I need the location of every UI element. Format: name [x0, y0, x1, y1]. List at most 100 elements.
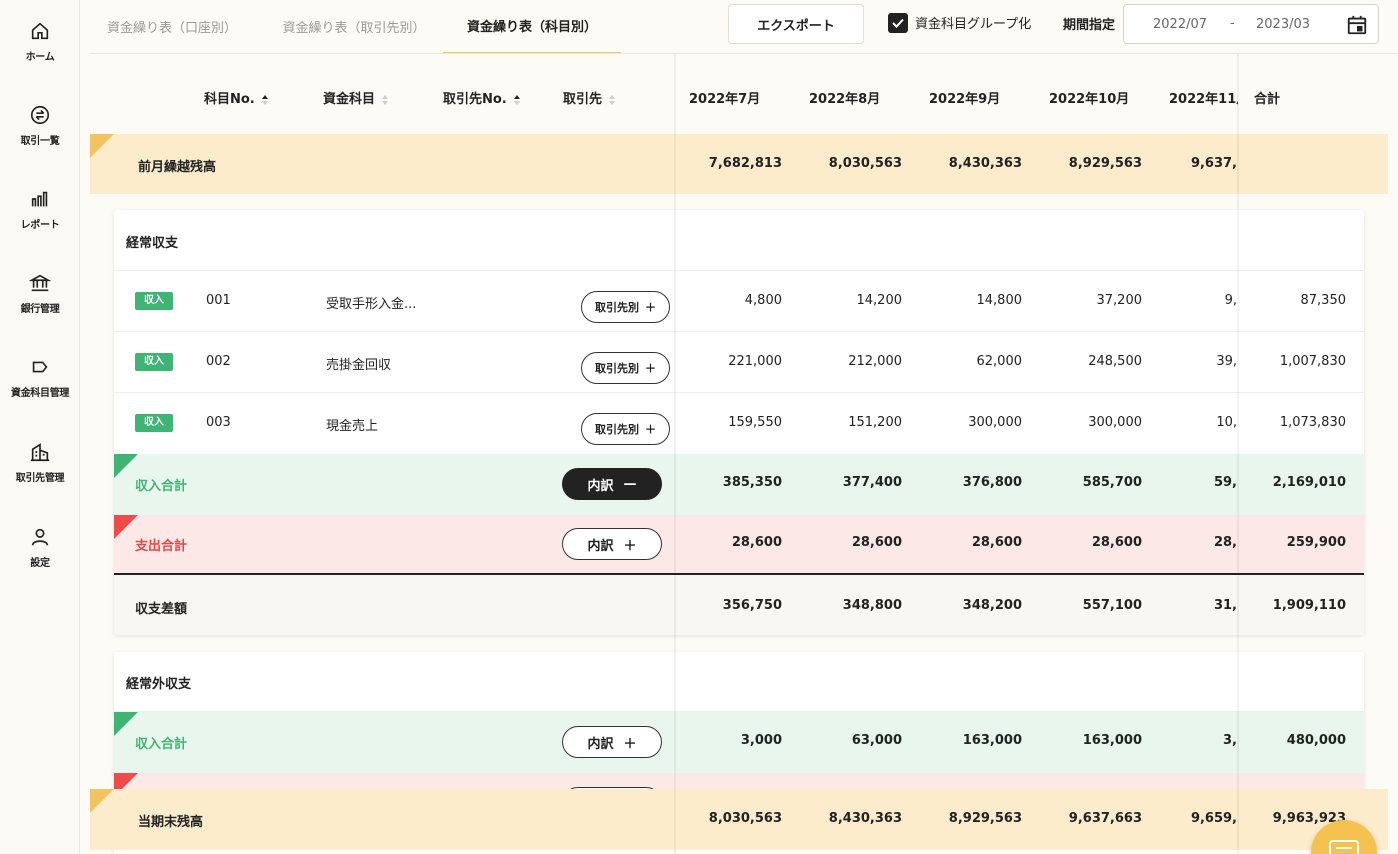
date-range-picker[interactable]: 2022/07 - 2023/03	[1123, 4, 1379, 44]
by-partner-button[interactable]: 取引先別 ＋	[581, 291, 670, 323]
building-icon	[30, 443, 50, 462]
date-start[interactable]: 2022/07	[1153, 17, 1207, 32]
nav-home[interactable]: ホーム	[0, 20, 80, 63]
cell-value: 376,800	[962, 475, 1022, 490]
nav-transactions-label: 取引一覧	[20, 136, 60, 147]
expense-breakdown-button[interactable]: 内訳 ＋	[562, 528, 662, 560]
cell-value: 385,350	[722, 475, 782, 490]
row-total: 87,350	[1300, 293, 1347, 308]
cell-value: 3,	[1223, 733, 1237, 748]
by-partner-button[interactable]: 取引先別 ＋	[581, 413, 670, 445]
cell-value: 348,800	[842, 598, 902, 613]
cell-value: 356,750	[722, 598, 782, 613]
calendar-icon[interactable]	[1346, 14, 1368, 36]
total-column-divider	[1237, 54, 1239, 854]
chat-icon	[1329, 840, 1359, 854]
breakdown-button-label: 内訳	[587, 478, 614, 494]
nav-fund-items-label: 資金科目管理	[10, 388, 70, 399]
cell-value: 63,000	[851, 733, 902, 748]
export-button[interactable]: エクスポート	[728, 4, 864, 44]
tab-by-item[interactable]: 資金繰り表（科目別）	[443, 0, 621, 54]
date-separator: -	[1230, 16, 1235, 31]
breakdown-button-label: 内訳	[587, 736, 614, 752]
tab-bar: 資金繰り表（口座別） 資金繰り表（取引先別） 資金繰り表（科目別）	[90, 0, 638, 54]
plus-icon: ＋	[645, 423, 656, 436]
nav-reports[interactable]: レポート	[0, 188, 80, 231]
cell-value: 4,800	[744, 293, 782, 308]
income-breakdown-button[interactable]: 内訳 —	[562, 468, 662, 500]
cell-value: 163,000	[962, 733, 1022, 748]
item-no: 002	[206, 354, 231, 369]
cell-value: 557,100	[1082, 598, 1142, 613]
section-title: 経常収支	[126, 236, 179, 251]
nav-settings[interactable]: 設定	[0, 526, 80, 569]
opening-balance-label: 前月繰越残高	[138, 160, 217, 175]
item-name: 売掛金回収	[326, 358, 392, 373]
cell-value: 39,	[1216, 354, 1237, 369]
row-corner-marker	[90, 789, 114, 813]
table-row: 収入 001 受取手形入金... 取引先別 ＋ 4,800 14,200 14,8…	[114, 271, 1364, 332]
date-end[interactable]: 2023/03	[1256, 17, 1310, 32]
closing-value: 8,929,563	[948, 811, 1022, 826]
cell-value: 37,200	[1096, 293, 1143, 308]
cell-value: 163,000	[1082, 733, 1142, 748]
section-title-row: 経常収支	[114, 210, 1364, 271]
closing-value: 8,030,563	[708, 811, 782, 826]
section-title: 経常外収支	[126, 677, 192, 692]
income-breakdown-button[interactable]: 内訳 ＋	[562, 726, 662, 758]
nav-partners-label: 取引先管理	[15, 473, 65, 484]
cell-value: 348,200	[962, 598, 1022, 613]
closing-value: 8,430,363	[828, 811, 902, 826]
cell-value: 151,200	[848, 415, 902, 430]
nav-reports-label: レポート	[20, 220, 60, 231]
income-badge: 収入	[135, 414, 173, 432]
income-total-row: 収入合計 内訳 ＋ 3,000 63,000 163,000 163,000 3,…	[114, 712, 1364, 773]
check-icon	[892, 18, 904, 28]
cell-value: 221,000	[728, 354, 782, 369]
by-partner-button-label: 取引先別	[595, 301, 639, 314]
section-title-row: 経常外収支	[114, 652, 1364, 712]
by-partner-button[interactable]: 取引先別 ＋	[581, 352, 670, 384]
plus-icon: ＋	[645, 301, 656, 314]
nav-fund-items[interactable]: 資金科目管理	[0, 356, 80, 399]
cell-value: 585,700	[1082, 475, 1142, 490]
tab-by-partner[interactable]: 資金繰り表（取引先別）	[270, 0, 438, 54]
item-no: 003	[206, 415, 231, 430]
row-total: 2,169,010	[1272, 475, 1346, 490]
transfer-icon	[30, 105, 50, 125]
closing-value: 9,659,	[1190, 811, 1237, 826]
app-root: ホーム 取引一覧 レポート 銀行管理 資金科目管理 取引先管理 設定 資金繰り表…	[0, 0, 1398, 854]
tab-by-account[interactable]: 資金繰り表（口座別）	[90, 0, 254, 54]
nav-bank[interactable]: 銀行管理	[0, 272, 80, 315]
plus-icon: ＋	[645, 362, 656, 375]
cell-value: 377,400	[842, 475, 902, 490]
nav-settings-label: 設定	[30, 558, 50, 569]
bar-chart-icon	[31, 191, 48, 207]
opening-value: 7,682,813	[708, 156, 782, 171]
expense-total-label: 支出合計	[135, 539, 188, 554]
by-partner-button-label: 取引先別	[595, 423, 639, 436]
bank-icon	[29, 274, 51, 292]
plus-icon: ＋	[623, 736, 637, 752]
cell-value: 300,000	[968, 415, 1022, 430]
section-ordinary-card: 経常収支 収入 001 受取手形入金... 取引先別 ＋ 4,800 14,200…	[114, 210, 1364, 635]
row-total: 1,007,830	[1279, 354, 1346, 369]
cell-value: 3,000	[740, 733, 782, 748]
plus-icon: ＋	[623, 538, 637, 554]
group-checkbox-label: 資金科目グループ化	[915, 17, 1032, 32]
nav-partners[interactable]: 取引先管理	[0, 441, 80, 484]
user-icon	[31, 528, 49, 546]
cell-value: 10,	[1216, 415, 1237, 430]
cell-value: 59,	[1213, 475, 1237, 490]
home-icon	[31, 22, 49, 40]
balance-row: 収支差額 356,750 348,800 348,200 557,100 31,…	[114, 575, 1364, 635]
income-badge: 収入	[135, 292, 173, 310]
nav-transactions[interactable]: 取引一覧	[0, 104, 80, 147]
group-checkbox[interactable]	[888, 13, 908, 33]
period-label: 期間指定	[1063, 18, 1116, 33]
frozen-column-divider	[674, 54, 676, 854]
cell-value: 159,550	[728, 415, 782, 430]
income-badge: 収入	[135, 353, 173, 371]
cell-value: 62,000	[976, 354, 1023, 369]
item-no: 001	[206, 293, 231, 308]
